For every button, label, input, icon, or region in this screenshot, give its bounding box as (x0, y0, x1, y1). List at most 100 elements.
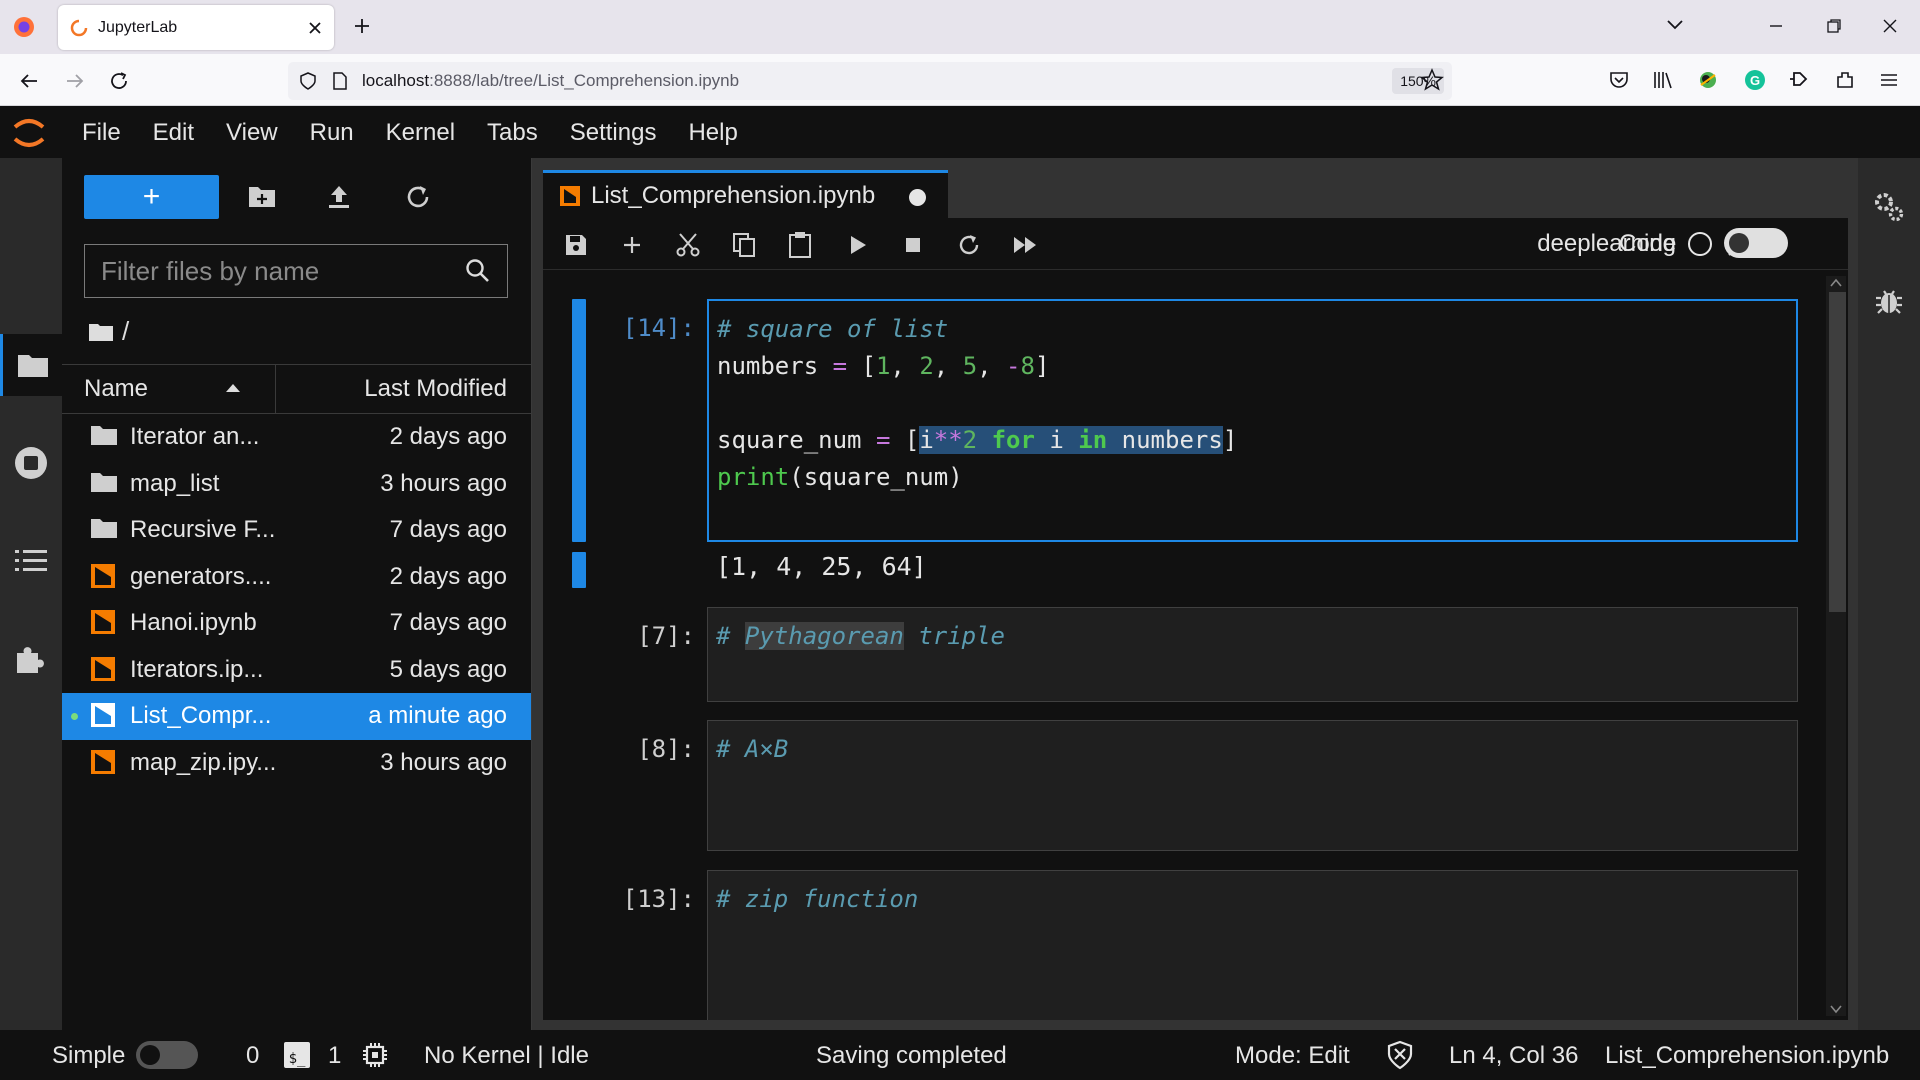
code-cell-editor[interactable]: # A×B (707, 720, 1798, 851)
back-icon[interactable] (18, 70, 40, 92)
code-token: 8 (1020, 352, 1035, 380)
status-filename: List_Comprehension.ipynb (1605, 1042, 1890, 1069)
debugger-toggle[interactable] (1724, 228, 1788, 258)
file-row[interactable]: Iterator an... 2 days ago (62, 414, 531, 461)
cell-output-collapser[interactable] (572, 552, 586, 588)
restart-run-all-button[interactable] (1010, 230, 1040, 260)
folder-icon (90, 516, 118, 544)
kernel-status[interactable]: No Kernel | Idle (424, 1042, 589, 1070)
insert-cell-button[interactable] (617, 230, 647, 260)
restart-kernel-button[interactable] (954, 230, 984, 260)
new-folder-button[interactable] (246, 181, 278, 213)
minimize-window-icon[interactable] (1768, 18, 1784, 34)
browser-tab-jupyterlab[interactable]: JupyterLab (58, 5, 334, 50)
close-tab-icon[interactable] (308, 21, 322, 35)
new-launcher-button[interactable]: + (84, 175, 219, 219)
filter-files-input[interactable] (101, 255, 465, 287)
code-token: 2 (962, 426, 978, 454)
menu-kernel[interactable]: Kernel (386, 119, 455, 147)
grammarly-icon[interactable]: G (1744, 69, 1766, 91)
url-bar[interactable]: localhost:8888/lab/tree/List_Comprehensi… (288, 62, 1452, 100)
file-row[interactable]: List_Compr... a minute ago (62, 693, 531, 740)
column-name-header[interactable]: Name (62, 365, 276, 413)
menu-run[interactable]: Run (310, 119, 354, 147)
pin-extension-icon[interactable] (1788, 69, 1810, 91)
home-folder-icon[interactable] (88, 322, 114, 342)
table-of-contents-tab[interactable] (0, 530, 62, 592)
vpn-extension-icon[interactable] (1697, 69, 1719, 91)
code-cell-editor[interactable]: # zip function (707, 870, 1798, 1020)
list-all-tabs-icon[interactable] (1665, 18, 1685, 32)
code-token: triple (903, 622, 1006, 650)
code-cell-editor[interactable]: # Pythagorean triple (707, 607, 1798, 702)
column-modified-header[interactable]: Last Modified (276, 375, 531, 403)
menu-file[interactable]: File (82, 119, 121, 147)
unsaved-indicator-icon[interactable] (909, 189, 926, 206)
file-row[interactable]: map_list 3 hours ago (62, 461, 531, 508)
close-window-icon[interactable] (1882, 18, 1898, 34)
terminal-icon[interactable]: $_ (284, 1042, 310, 1068)
scrollbar-thumb[interactable] (1829, 292, 1846, 612)
page-info-icon[interactable] (332, 71, 348, 91)
bookmark-star-icon[interactable] (1420, 68, 1444, 92)
run-cell-button[interactable] (843, 230, 873, 260)
extension-manager-tab[interactable] (0, 628, 62, 690)
status-bar: Simple 0 $_ 1 No Kernel | Idle Saving co… (0, 1030, 1920, 1080)
tab-list-comprehension-notebook[interactable]: List_Comprehension.ipynb (543, 170, 948, 218)
restore-window-icon[interactable] (1826, 18, 1842, 34)
file-row[interactable]: map_zip.ipy... 3 hours ago (62, 740, 531, 787)
code-line: numbers = [1, 2, 5, -8] (717, 352, 1049, 380)
browser-tabstrip: JupyterLab (0, 0, 1920, 54)
terminals-count[interactable]: 0 (246, 1042, 259, 1070)
cursor-position[interactable]: Ln 4, Col 36 (1449, 1042, 1578, 1070)
copy-cell-button[interactable] (729, 230, 759, 260)
tracking-shield-icon[interactable] (298, 71, 318, 91)
folder-icon (90, 470, 118, 498)
kernel-name-button[interactable]: deeplearning (1537, 230, 1676, 258)
debugger-icon[interactable] (1874, 286, 1904, 316)
search-highlight: Pythagorean (744, 622, 904, 650)
property-inspector-icon[interactable] (1872, 190, 1906, 224)
pocket-icon[interactable] (1608, 69, 1630, 91)
save-icon (564, 233, 588, 257)
notebook-mode: Mode: Edit (1235, 1042, 1350, 1069)
file-list: Iterator an... 2 days ago map_list 3 hours … (62, 414, 531, 786)
kernel-sessions-icon[interactable] (362, 1042, 388, 1068)
file-browser-tab[interactable] (0, 334, 62, 396)
firefox-icon[interactable] (13, 16, 35, 38)
extensions-icon[interactable] (1834, 69, 1856, 91)
play-icon (848, 234, 868, 256)
code-token: , (933, 352, 963, 380)
menu-settings[interactable]: Settings (570, 119, 657, 147)
cell-input-collapser[interactable] (572, 299, 586, 542)
kernels-count[interactable]: 1 (328, 1042, 341, 1070)
trusted-shield-icon[interactable] (1386, 1040, 1414, 1070)
reload-icon[interactable] (108, 70, 130, 92)
stop-icon (904, 236, 922, 254)
file-row[interactable]: Iterators.ip... 5 days ago (62, 647, 531, 694)
running-sessions-tab[interactable] (0, 432, 62, 494)
code-cell-editor-active[interactable]: # square of list numbers = [1, 2, 5, -8]… (707, 299, 1798, 542)
upload-button[interactable] (323, 181, 355, 213)
file-row[interactable]: generators.... 2 days ago (62, 554, 531, 601)
file-modified: 3 hours ago (380, 748, 507, 776)
menu-edit[interactable]: Edit (153, 119, 194, 147)
cut-cell-button[interactable] (673, 230, 703, 260)
interrupt-kernel-button[interactable] (898, 230, 928, 260)
library-icon[interactable] (1652, 69, 1674, 91)
code-token: (square_num) (789, 463, 963, 491)
app-menu-icon[interactable] (1878, 69, 1900, 91)
menu-help[interactable]: Help (688, 119, 737, 147)
file-row[interactable]: Hanoi.ipynb 7 days ago (62, 600, 531, 647)
paste-cell-button[interactable] (785, 230, 815, 260)
file-row[interactable]: Recursive F... 7 days ago (62, 507, 531, 554)
file-name: Recursive F... (130, 516, 276, 544)
save-button[interactable] (561, 230, 591, 260)
menu-tabs[interactable]: Tabs (487, 119, 538, 147)
refresh-file-list-button[interactable] (402, 181, 434, 213)
menu-view[interactable]: View (226, 119, 278, 147)
simple-mode-toggle[interactable] (136, 1041, 198, 1069)
new-tab-icon[interactable] (352, 16, 372, 36)
breadcrumb-root[interactable]: / (122, 316, 129, 347)
forward-icon[interactable] (64, 70, 86, 92)
